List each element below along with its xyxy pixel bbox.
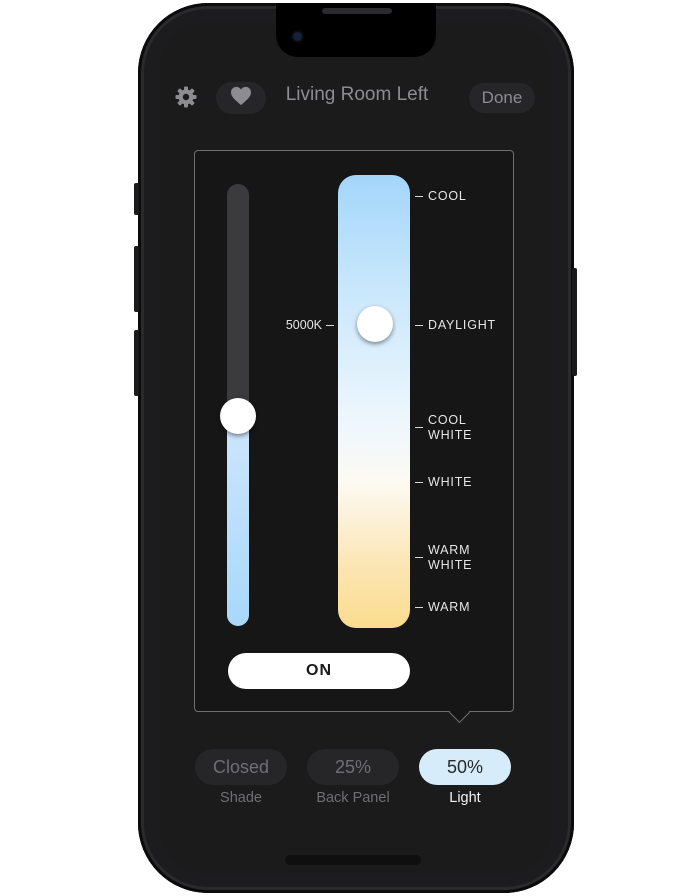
power-toggle-button[interactable]: ON	[228, 653, 410, 689]
shade-button[interactable]: Closed	[195, 749, 287, 785]
scale-tick	[415, 482, 423, 483]
color-temp-value-tick	[326, 325, 334, 326]
back-panel-button[interactable]: 25%	[307, 749, 399, 785]
volume-down-button	[134, 330, 139, 396]
scale-label-daylight: DAYLIGHT	[428, 318, 496, 332]
page-title: Living Room Left	[285, 84, 429, 105]
scale-tick	[415, 557, 423, 558]
color-temperature-slider[interactable]	[338, 175, 410, 628]
home-indicator	[285, 855, 421, 865]
favorite-button[interactable]	[216, 82, 266, 114]
scale-label-warm-white: WARM WHITE	[428, 543, 473, 572]
heart-icon	[230, 86, 252, 110]
light-label: Light	[449, 790, 481, 806]
volume-up-button	[134, 246, 139, 312]
scale-tick	[415, 196, 423, 197]
scale-label-warm: WARM	[428, 600, 471, 614]
scale-tick	[415, 607, 423, 608]
gear-icon	[174, 85, 198, 113]
power-button	[572, 268, 577, 376]
mute-switch	[134, 183, 139, 215]
speaker-grille	[322, 8, 392, 14]
scale-label-cool: COOL	[428, 189, 467, 203]
shade-label: Shade	[220, 790, 262, 806]
light-button[interactable]: 50%	[419, 749, 511, 785]
done-button[interactable]: Done	[469, 83, 535, 113]
color-temp-value: 5000K	[285, 318, 322, 332]
scale-label-cool-white: COOL WHITE	[428, 413, 473, 442]
scale-tick	[415, 325, 423, 326]
scale-tick	[415, 427, 423, 428]
scale-label-white: WHITE	[428, 475, 473, 489]
brightness-fill	[227, 405, 249, 626]
front-camera	[293, 32, 302, 41]
settings-button[interactable]	[171, 84, 201, 114]
brightness-slider-knob[interactable]	[220, 398, 256, 434]
back-panel-label: Back Panel	[316, 790, 390, 806]
